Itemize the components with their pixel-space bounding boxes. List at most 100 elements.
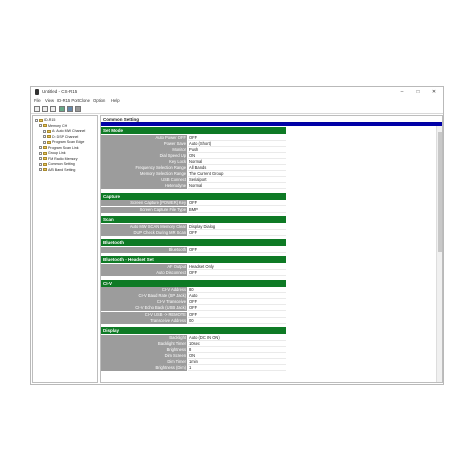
new-file-icon[interactable] xyxy=(34,106,40,112)
expand-icon[interactable] xyxy=(39,168,42,172)
close-icon[interactable]: ✕ xyxy=(427,88,441,96)
setting-value[interactable]: OFF xyxy=(188,229,286,236)
setting-label: USB Connect xyxy=(101,177,187,184)
setting-value[interactable]: The Current Group xyxy=(188,171,286,178)
folder-icon xyxy=(43,157,47,161)
menu-file[interactable]: File xyxy=(34,98,41,103)
setting-value[interactable]: Headset Only xyxy=(188,263,286,270)
setting-label: Key Lock xyxy=(101,158,187,165)
expand-icon[interactable] xyxy=(39,157,42,161)
read-radio-icon[interactable] xyxy=(59,106,65,112)
setting-label: CI-V Transceive xyxy=(101,299,187,306)
setting-value[interactable]: 1 xyxy=(188,365,286,372)
vertical-scrollbar[interactable] xyxy=(436,126,442,382)
setting-row: Auto Disconnect OFF xyxy=(101,270,286,276)
expand-icon[interactable] xyxy=(35,118,38,122)
setting-value[interactable]: 80 xyxy=(188,287,286,294)
settings-panel: Common Setting Set Mode Auto Power OFF OFF… xyxy=(100,115,443,383)
setting-row: Backlight Timer 10sec xyxy=(101,340,286,347)
menu-port[interactable]: ID-R15 Port xyxy=(57,98,79,103)
tree-item[interactable]: Memory CH xyxy=(39,124,67,129)
expand-icon[interactable] xyxy=(39,124,42,128)
setting-value[interactable]: ON xyxy=(188,152,286,159)
setting-label: Dim Screen xyxy=(101,353,187,359)
settings-icon[interactable] xyxy=(75,106,81,112)
setting-value[interactable]: Serialport xyxy=(188,177,286,184)
minimize-icon[interactable]: – xyxy=(395,88,409,96)
setting-row: Brightness 8 xyxy=(101,346,286,353)
setting-label: Dial Speed Up xyxy=(101,152,187,159)
setting-value[interactable]: OFF xyxy=(188,134,286,141)
tree-item[interactable]: Common Setting xyxy=(39,162,75,167)
section-header: Set Mode xyxy=(101,127,286,134)
setting-label: Auto Power OFF xyxy=(101,134,187,141)
section-header: CI-V xyxy=(101,279,286,287)
write-radio-icon[interactable] xyxy=(67,106,73,112)
setting-row: Auto MW SCAN Memory Clear Display Dialog xyxy=(101,223,286,230)
setting-value[interactable]: 00 xyxy=(188,317,286,324)
setting-value[interactable]: Auto (Short) xyxy=(188,140,286,147)
setting-row: Backlight Auto (DC IN ON) xyxy=(101,334,286,341)
tree-item[interactable]: A: Auto MW Channel xyxy=(43,129,85,134)
scroll-thumb[interactable] xyxy=(438,132,442,252)
setting-row: CI-V Transceive OFF xyxy=(101,299,286,306)
setting-label: AF Output xyxy=(101,263,187,270)
setting-label: Brightness xyxy=(101,346,187,353)
tree-item[interactable]: D: DSP Channel xyxy=(43,135,78,140)
setting-value[interactable]: 10sec xyxy=(188,340,286,347)
setting-label: Power Save xyxy=(101,140,187,147)
header-divider xyxy=(101,123,442,126)
expand-icon[interactable] xyxy=(43,135,46,139)
setting-row: CI-V Echo Back (USB Jack) OFF xyxy=(101,305,286,312)
tree-item[interactable]: Group Link xyxy=(39,151,66,156)
setting-row: Dim Timer 1min xyxy=(101,359,286,366)
folder-icon xyxy=(43,168,47,172)
tree-item[interactable]: Program Scan Edge xyxy=(43,140,84,145)
setting-value[interactable]: OFF xyxy=(188,246,286,253)
panel-title: Common Setting xyxy=(101,116,442,123)
setting-value[interactable]: OFF xyxy=(188,305,286,312)
app-window: Untitled - CS-R15 – □ ✕ File View ID-R15… xyxy=(30,86,444,385)
setting-row: Dial Speed Up ON xyxy=(101,152,286,159)
setting-row: CI-V USB -> REMOTE OFF xyxy=(101,311,286,318)
expand-icon[interactable] xyxy=(39,151,42,155)
expand-icon[interactable] xyxy=(39,146,42,150)
menu-option[interactable]: Option xyxy=(93,98,105,103)
maximize-icon[interactable]: □ xyxy=(411,88,425,96)
expand-icon[interactable] xyxy=(43,129,46,133)
menu-view[interactable]: View xyxy=(45,98,54,103)
tree-item[interactable]: A/B Band Setting xyxy=(39,168,75,173)
tree-item[interactable]: ID-R15 xyxy=(35,118,55,123)
navigation-tree: ID-R15 Memory CH A: Auto MW Channel D: DSP … xyxy=(32,115,98,383)
setting-value[interactable]: Push xyxy=(188,146,286,153)
setting-value[interactable]: All Bands xyxy=(188,165,286,171)
open-file-icon[interactable] xyxy=(42,106,48,112)
app-icon xyxy=(35,89,39,95)
setting-value[interactable]: OFF xyxy=(188,200,286,207)
setting-row: Memory Selection Range The Current Group xyxy=(101,171,286,178)
save-icon[interactable] xyxy=(50,106,56,112)
setting-value[interactable]: OFF xyxy=(188,311,286,318)
setting-value[interactable]: Normal xyxy=(188,183,286,190)
setting-value[interactable]: Auto (DC IN ON) xyxy=(188,334,286,341)
setting-value[interactable]: OFF xyxy=(188,270,286,276)
setting-value[interactable]: 1min xyxy=(188,359,286,366)
setting-value[interactable]: BMP xyxy=(188,206,286,213)
setting-label: Auto MW SCAN Memory Clear xyxy=(101,223,187,230)
tree-item-label: A/B Band Setting xyxy=(48,167,76,172)
menu-help[interactable]: Help xyxy=(111,98,120,103)
menu-clone[interactable]: Clone xyxy=(79,98,90,103)
menu-bar: File View ID-R15 Port Clone Option Help xyxy=(31,97,443,105)
setting-value[interactable]: Auto xyxy=(188,293,286,300)
setting-value[interactable]: Normal xyxy=(188,158,286,165)
expand-icon[interactable] xyxy=(43,140,46,144)
setting-label: CI-V Echo Back (USB Jack) xyxy=(101,305,187,312)
expand-icon[interactable] xyxy=(39,162,42,166)
tree-item[interactable]: FM Radio Memory xyxy=(39,157,78,162)
setting-value[interactable]: OFF xyxy=(188,299,286,306)
setting-value[interactable]: Display Dialog xyxy=(188,223,286,230)
setting-row: CI-V Baud Rate (SP Jack) Auto xyxy=(101,293,286,300)
tree-item[interactable]: Program Scan Link xyxy=(39,146,79,151)
setting-value[interactable]: 8 xyxy=(188,346,286,353)
setting-value[interactable]: ON xyxy=(188,353,286,359)
